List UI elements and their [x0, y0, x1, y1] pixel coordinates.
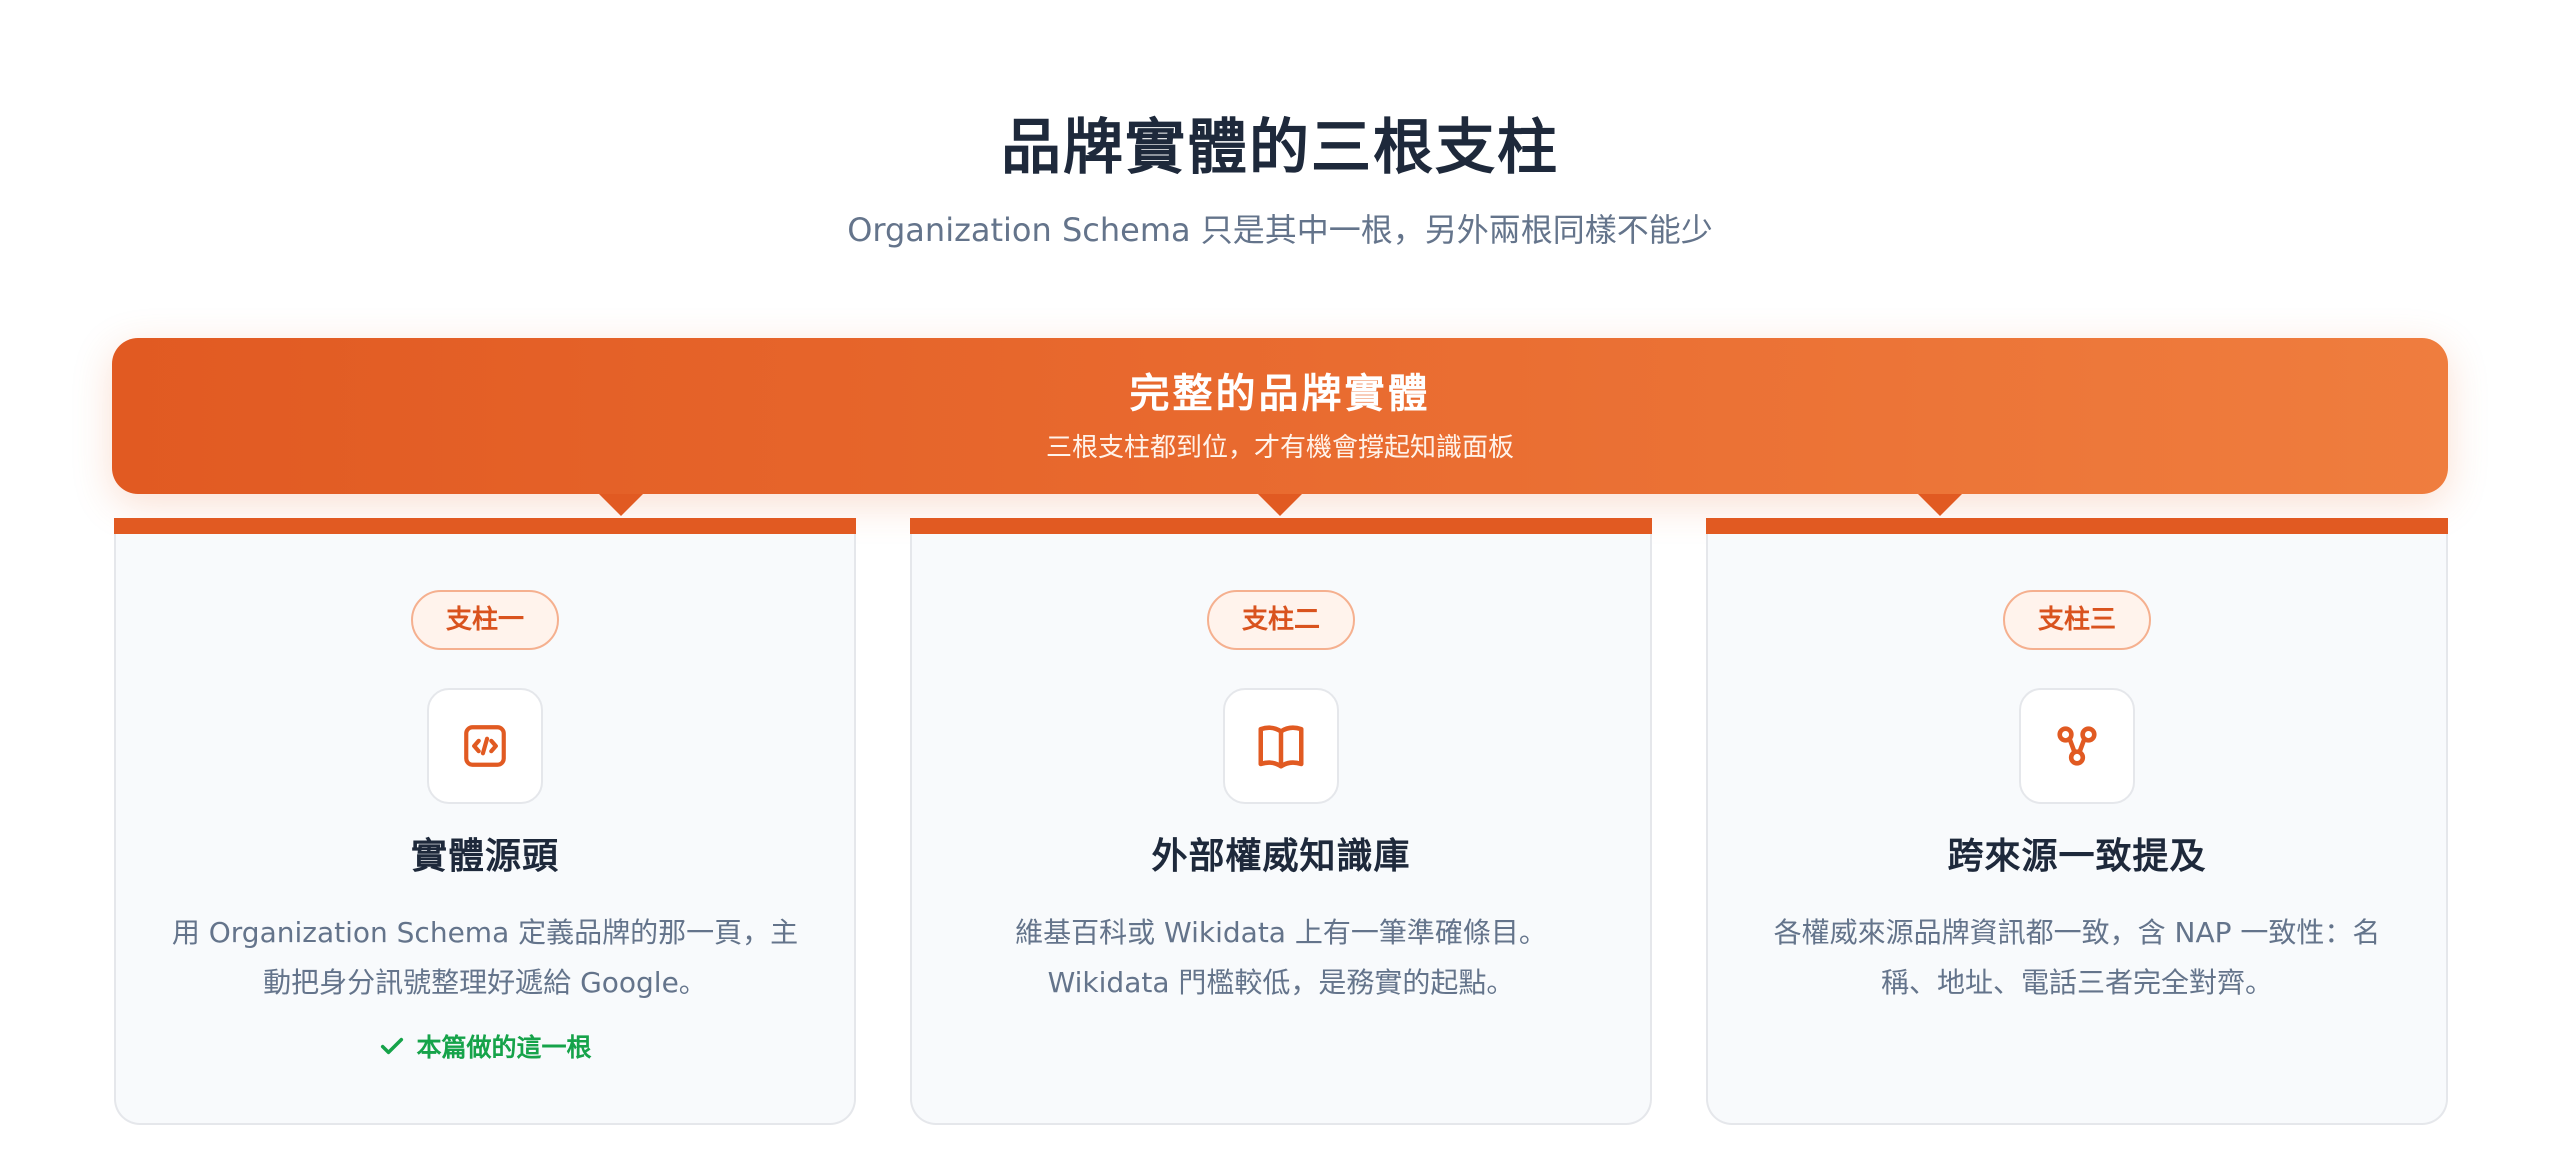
- pillar-title: 實體源頭: [410, 836, 559, 877]
- code-icon: [464, 725, 506, 767]
- banner-pointer-1: [599, 494, 643, 516]
- banner-subtitle: 三根支柱都到位，才有機會撐起知識面板: [1045, 433, 1514, 463]
- pillar-badge: 支柱一: [411, 590, 559, 650]
- book-open-icon: [1258, 725, 1304, 769]
- card-top-bar: [910, 518, 1652, 534]
- share-nodes-icon: [2057, 726, 2097, 766]
- pillar-description: 維基百科或 Wikidata 上有一筆準確條目。Wikidata 門檻較低，是務…: [1015, 916, 1547, 999]
- card-top-bar: [1706, 518, 2448, 534]
- checkmark-icon: [381, 1037, 404, 1055]
- pillar-title: 外部權威知識庫: [1151, 836, 1411, 877]
- pillar-card-1: 支柱一 實體源頭 用 Organization Schema 定義品牌的那一頁，…: [114, 518, 856, 1125]
- icon-box: [427, 688, 543, 804]
- page-title: 品牌實體的三根支柱: [1001, 113, 1559, 183]
- pillar-description: 用 Organization Schema 定義品牌的那一頁，主動把身分訊號整理…: [171, 916, 799, 999]
- icon-box: [2019, 688, 2135, 804]
- note-label: 本篇做的這一根: [416, 1033, 592, 1062]
- banner-pointer-3: [1918, 494, 1962, 516]
- pillar-card-3: 支柱三 跨來源一致提及 各權威來源品牌資訊都一致，含 NAP 一致性：名稱、地址…: [1706, 518, 2448, 1125]
- banner-pointer-2: [1258, 494, 1302, 516]
- pillar-card-2: 支柱二 外部權威知識庫 維基百科或 Wikidata 上有一筆準確條目。Wiki…: [910, 518, 1652, 1125]
- complete-brand-entity-banner: 完整的品牌實體 三根支柱都到位，才有機會撐起知識面板: [112, 338, 2448, 494]
- pillar-badge: 支柱二: [1207, 590, 1355, 650]
- card-top-bar: [114, 518, 856, 534]
- page-subtitle: Organization Schema 只是其中一根，另外兩根同樣不能少: [847, 211, 1713, 249]
- icon-box: [1223, 688, 1339, 804]
- banner-title: 完整的品牌實體: [1129, 371, 1431, 417]
- pillar-title: 跨來源一致提及: [1947, 836, 2207, 877]
- pillar-badge: 支柱三: [2003, 590, 2151, 650]
- current-pillar-note: 本篇做的這一根: [116, 1028, 854, 1068]
- pillar-description: 各權威來源品牌資訊都一致，含 NAP 一致性：名稱、地址、電話三者完全對齊。: [1773, 916, 2381, 999]
